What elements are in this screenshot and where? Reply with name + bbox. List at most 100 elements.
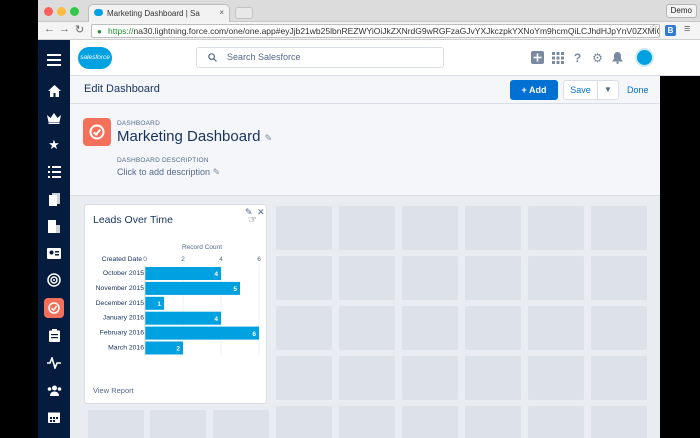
empty-grid-cell[interactable] [465,356,521,400]
edit-description-pencil-icon[interactable]: ✎ [213,167,221,177]
notification-bell-icon[interactable] [610,50,625,65]
empty-grid-cell[interactable] [276,256,332,300]
empty-grid-cell[interactable] [528,256,584,300]
dashboard-name[interactable]: Marketing Dashboard ✎ [117,128,272,145]
empty-grid-cell[interactable] [402,306,458,350]
empty-grid-cell[interactable] [276,206,332,250]
files-icon[interactable] [38,186,70,212]
address-bar[interactable]: ● https://na30.lightning.force.com/one/o… [91,24,660,38]
reload-icon[interactable]: ↻ [75,23,84,36]
x-tick-label: 0 [143,256,147,263]
global-header: salesforce Search Salesforce ? ⚙ [70,40,700,76]
home-icon[interactable] [38,78,70,104]
tab-close-icon[interactable]: × [219,8,224,17]
empty-grid-cell[interactable] [465,406,521,438]
list-icon[interactable] [38,159,70,185]
bar-value-label: 6 [252,331,256,338]
remove-widget-close-icon[interactable]: ✕ [257,207,265,218]
crown-icon[interactable] [38,105,70,131]
empty-grid-cell[interactable] [213,410,269,438]
empty-grid-cell[interactable] [528,406,584,438]
clipboard-icon[interactable] [38,322,70,348]
edit-name-pencil-icon[interactable]: ✎ [265,133,273,143]
profile-badge[interactable]: Demo [665,4,697,18]
building-icon[interactable] [38,213,70,239]
people-icon[interactable] [38,377,70,403]
target-icon[interactable] [38,267,70,293]
empty-grid-cell[interactable] [276,356,332,400]
pulse-icon[interactable] [38,350,70,376]
extension-icon[interactable]: B [665,25,676,36]
empty-grid-cell[interactable] [339,356,395,400]
edit-dashboard-bar: Edit Dashboard + Add Save ▼ Done [70,76,660,104]
empty-grid-cell[interactable] [402,256,458,300]
help-icon[interactable]: ? [570,50,585,65]
empty-grid-cell[interactable] [528,206,584,250]
bar [145,281,240,295]
chart-widget[interactable]: Leads Over Time ✎ ✕ ☞ Record Count Create… [84,204,267,404]
empty-grid-cell[interactable] [88,410,144,438]
empty-grid-cell[interactable] [276,306,332,350]
leads-bar-chart: Record Count Created Date 0 2 4 6 October 2015… [96,244,261,356]
gear-icon[interactable]: ⚙ [590,50,605,65]
empty-grid-cell[interactable] [339,306,395,350]
salesforce-logo[interactable]: salesforce [78,47,112,69]
empty-grid-cell[interactable] [528,306,584,350]
back-arrow-icon[interactable]: ← [44,23,55,35]
x-tick-label: 6 [257,256,261,263]
empty-grid-cell[interactable] [591,406,647,438]
x-tick-label: 4 [219,256,223,263]
empty-grid-cell[interactable] [402,356,458,400]
search-placeholder: Search Salesforce [227,52,301,62]
category-label: December 2015 [96,300,145,307]
contact-card-icon[interactable] [38,240,70,266]
app-nav-rail: ★ [38,40,70,438]
empty-grid-cell[interactable] [339,206,395,250]
window-zoom-button[interactable] [70,7,79,16]
empty-grid-cell[interactable] [150,410,206,438]
bookmark-star-icon[interactable]: ☆ [649,23,658,34]
empty-grid-cell[interactable] [402,206,458,250]
empty-grid-cell[interactable] [465,306,521,350]
empty-grid-cell[interactable] [339,406,395,438]
dashboards-nav-item[interactable] [38,295,70,321]
window-close-button[interactable] [44,7,53,16]
window-minimize-button[interactable] [57,7,66,16]
empty-grid-cell[interactable] [591,306,647,350]
x-axis-title: Record Count [182,244,222,251]
browser-menu-icon[interactable]: ≡ [684,23,690,35]
view-report-link[interactable]: View Report [93,386,134,395]
new-tab-button[interactable] [235,7,253,19]
empty-grid-cell[interactable] [591,356,647,400]
forward-arrow-icon[interactable]: → [59,23,70,35]
add-button[interactable]: + Add [510,80,558,100]
description-field[interactable]: Click to add description ✎ [117,167,220,178]
search-icon [208,48,217,69]
save-button[interactable]: Save [563,80,598,100]
save-options-chevron-down-icon[interactable]: ▼ [597,80,619,100]
browser-toolbar: ← → ↻ ● https://na30.lightning.force.com… [38,22,700,40]
app-launcher-menu-icon[interactable] [38,47,70,73]
empty-grid-cell[interactable] [339,256,395,300]
url-text: na30.lightning.force.com/one/one.app#eyJ… [133,26,660,36]
x-tick-label: 2 [181,256,185,263]
user-avatar[interactable] [635,48,654,67]
empty-grid-cell[interactable] [465,256,521,300]
global-create-icon[interactable] [530,50,545,65]
dashboard-info-panel: DASHBOARD Marketing Dashboard ✎ DASHBOAR… [70,104,660,196]
dashboard-gauge-icon [83,118,111,146]
app-waffle-icon[interactable] [550,50,565,65]
empty-grid-cell[interactable] [591,256,647,300]
empty-grid-cell[interactable] [402,406,458,438]
calendar-icon[interactable] [38,404,70,430]
star-icon[interactable]: ★ [38,132,70,158]
empty-grid-cell[interactable] [528,356,584,400]
browser-tab[interactable]: Marketing Dashboard | Sa × [88,4,230,22]
browser-tab-bar: Marketing Dashboard | Sa × Demo [38,0,700,22]
global-search-input[interactable]: Search Salesforce [196,47,444,68]
empty-grid-cell[interactable] [465,206,521,250]
bar-value-label: 1 [157,301,161,308]
done-button[interactable]: Done [627,85,649,95]
empty-grid-cell[interactable] [276,406,332,438]
empty-grid-cell[interactable] [591,206,647,250]
